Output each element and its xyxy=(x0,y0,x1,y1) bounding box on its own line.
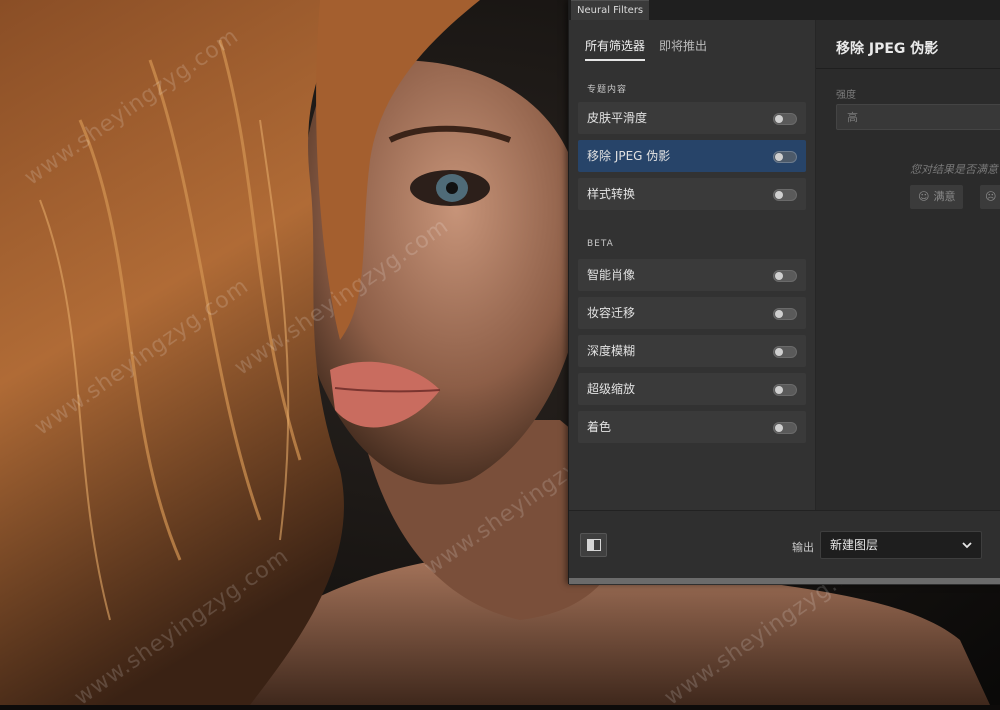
panel-titlebar: Neural Filters xyxy=(569,0,1000,21)
filter-item-label: 智能肖像 xyxy=(587,268,636,282)
filter-item-super-zoom[interactable]: 超级缩放 xyxy=(578,373,806,405)
filter-item-label: 深度模糊 xyxy=(587,344,636,358)
panel-footer: 输出 新建图层 xyxy=(569,510,1000,585)
dissatisfied-button[interactable]: ☹ xyxy=(980,185,1000,209)
split-view-icon xyxy=(587,539,601,551)
filter-item-label: 着色 xyxy=(587,420,612,434)
satisfied-button[interactable]: ☺ 满意 xyxy=(910,185,964,209)
filter-item-remove-jpeg-artifacts[interactable]: 移除 JPEG 伪影 xyxy=(578,140,806,172)
filter-item-style-transfer[interactable]: 样式转换 xyxy=(578,178,806,210)
frown-icon: ☹ xyxy=(985,190,997,203)
strength-label: 强度 xyxy=(836,90,856,101)
filter-toggle[interactable] xyxy=(773,422,797,434)
filter-toggle[interactable] xyxy=(773,270,797,282)
detail-title: 移除 JPEG 伪影 xyxy=(836,41,939,57)
filter-item-label: 妆容迁移 xyxy=(587,306,636,320)
filter-item-skin-smoothing[interactable]: 皮肤平滑度 xyxy=(578,102,806,134)
filter-item-label: 皮肤平滑度 xyxy=(587,111,648,125)
filter-detail: 移除 JPEG 伪影 强度 高 您对结果是否满意 ☺ 满意 ☹ xyxy=(815,20,1000,510)
filter-toggle[interactable] xyxy=(773,151,797,163)
filter-tabs: 所有筛选器 即将推出 xyxy=(585,37,707,61)
feedback-question: 您对结果是否满意 xyxy=(910,163,998,176)
filter-item-colorize[interactable]: 着色 xyxy=(578,411,806,443)
filter-item-smart-portrait[interactable]: 智能肖像 xyxy=(578,259,806,291)
panel-bottom-edge xyxy=(569,578,1000,584)
filter-toggle[interactable] xyxy=(773,308,797,320)
filter-toggle[interactable] xyxy=(773,189,797,201)
compare-view-button[interactable] xyxy=(580,533,607,557)
section-beta-label: BETA xyxy=(587,239,614,249)
strength-select[interactable]: 高 xyxy=(836,104,1000,130)
chevron-down-icon xyxy=(962,542,972,549)
output-label: 输出 xyxy=(792,541,814,554)
output-select[interactable]: 新建图层 xyxy=(820,531,982,559)
tab-coming-soon[interactable]: 即将推出 xyxy=(659,37,707,61)
filter-item-makeup-transfer[interactable]: 妆容迁移 xyxy=(578,297,806,329)
filter-toggle[interactable] xyxy=(773,113,797,125)
neural-filters-panel: Neural Filters 所有筛选器 即将推出 专题内容 皮肤平滑度 移除 … xyxy=(568,0,1000,585)
filter-toggle[interactable] xyxy=(773,384,797,396)
satisfied-label: 满意 xyxy=(933,190,956,203)
filter-item-label: 超级缩放 xyxy=(587,382,636,396)
filter-item-depth-blur[interactable]: 深度模糊 xyxy=(578,335,806,367)
smile-icon: ☺ xyxy=(918,190,930,203)
output-select-value: 新建图层 xyxy=(830,538,879,552)
panel-tab-title[interactable]: Neural Filters xyxy=(571,0,650,21)
tab-all-filters[interactable]: 所有筛选器 xyxy=(585,37,646,61)
detail-divider xyxy=(816,68,1000,69)
filter-item-label: 移除 JPEG 伪影 xyxy=(587,149,671,163)
section-featured-label: 专题内容 xyxy=(587,85,628,95)
filter-item-label: 样式转换 xyxy=(587,187,636,201)
filter-toggle[interactable] xyxy=(773,346,797,358)
filter-list: 所有筛选器 即将推出 专题内容 皮肤平滑度 移除 JPEG 伪影 样式转换 BE… xyxy=(569,20,815,510)
